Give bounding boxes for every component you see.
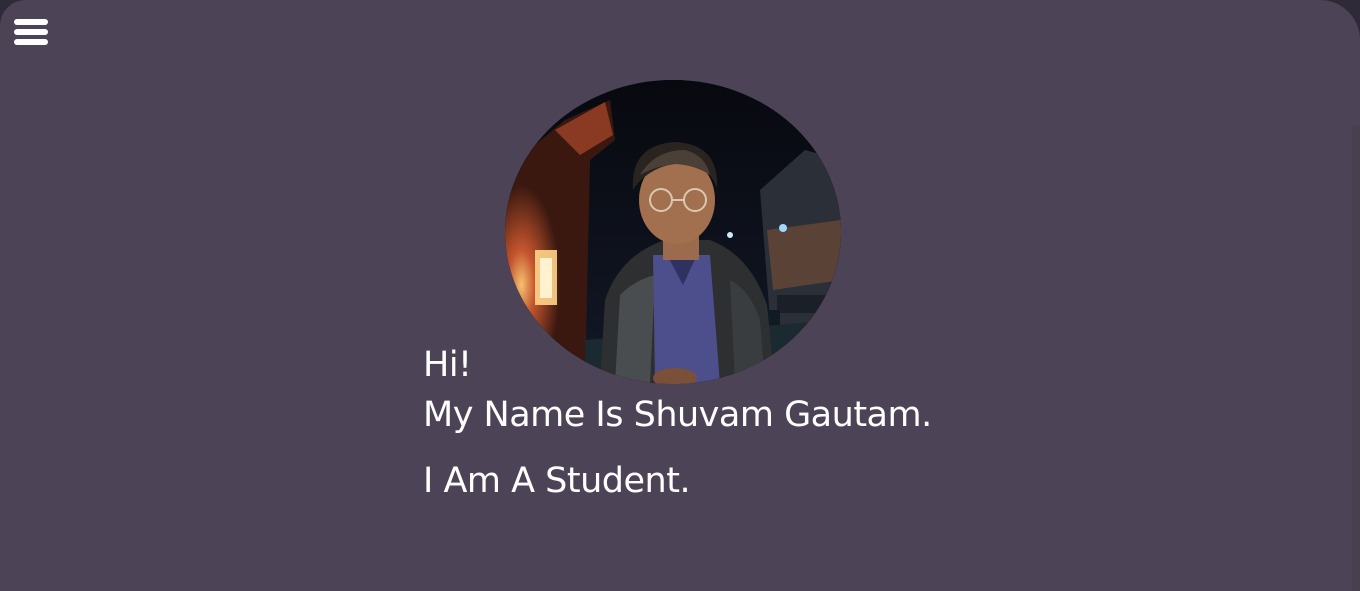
menu-bar-bottom xyxy=(14,39,48,45)
page-background: Hi! My Name Is Shuvam Gautam. I Am A Stu… xyxy=(0,0,1360,591)
scrollbar-track[interactable] xyxy=(1352,126,1360,591)
greeting: Hi! xyxy=(423,345,472,385)
hamburger-menu-icon[interactable] xyxy=(14,19,49,47)
menu-bar-middle xyxy=(14,29,48,35)
menu-bar-top xyxy=(14,19,48,25)
profile-photo xyxy=(505,80,841,384)
intro-text: Hi! My Name Is Shuvam Gautam. I Am A Stu… xyxy=(423,340,932,506)
name-line: My Name Is Shuvam Gautam. xyxy=(423,395,932,435)
role-line: I Am A Student. xyxy=(423,461,691,501)
